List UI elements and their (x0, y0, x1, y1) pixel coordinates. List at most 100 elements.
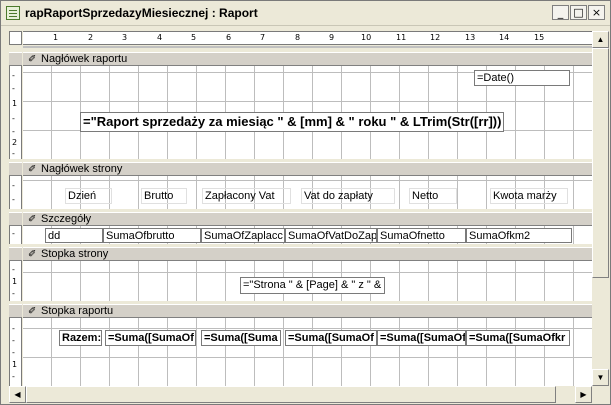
vruler-mark: - (12, 372, 15, 381)
vruler-mark: 1 (12, 99, 18, 108)
vertical-ruler: - - - 1 - (9, 318, 22, 386)
section-selector[interactable] (9, 162, 22, 176)
report-header-section[interactable]: =Date() ="Raport sprzedaży za miesiąc " … (23, 66, 592, 159)
pencil-icon: ✐ (28, 54, 37, 65)
section-bar-page-header[interactable]: ✐ Nagłówek strony (23, 162, 592, 176)
pencil-icon: ✐ (28, 214, 37, 225)
horizontal-scrollbar[interactable]: ◀ ▶ (9, 386, 592, 403)
vruler-mark: - (12, 71, 15, 80)
field-margin[interactable]: SumaOfkm2 (466, 228, 572, 243)
title-bar[interactable]: rapRaportSprzedazyMiesiecznej : Raport _… (1, 1, 610, 26)
vertical-scrollbar[interactable]: ▲ ▼ (592, 31, 609, 386)
field-day[interactable]: dd (45, 228, 103, 243)
vruler-mark: - (12, 149, 15, 158)
field-vat-due[interactable]: SumaOfVatDoZapl (285, 228, 377, 243)
ruler-number: 2 (88, 33, 94, 42)
section-label: Szczegóły (41, 213, 92, 225)
scrollbar-corner (592, 386, 609, 403)
report-design-window: rapRaportSprzedazyMiesiecznej : Raport _… (0, 0, 611, 405)
label-net[interactable]: Netto (409, 188, 457, 204)
scroll-left-button[interactable]: ◀ (9, 386, 26, 403)
ruler-number: 7 (260, 33, 266, 42)
ruler-number: 15 (534, 33, 545, 42)
total-margin[interactable]: =Suma([SumaOfkr (466, 330, 570, 346)
scroll-down-button[interactable]: ▼ (592, 369, 609, 386)
vertical-scroll-thumb[interactable] (592, 48, 609, 278)
section-label: Nagłówek raportu (41, 53, 128, 65)
horizontal-ruler[interactable]: 1 2 3 4 5 6 7 8 9 10 11 12 13 14 15 (23, 31, 592, 45)
vruler-mark: - (12, 127, 15, 136)
field-net[interactable]: SumaOfnetto (377, 228, 466, 243)
total-paid-vat[interactable]: =Suma([Suma (201, 330, 281, 346)
section-selector[interactable] (9, 52, 22, 66)
ruler-number: 10 (361, 33, 372, 42)
vertical-ruler: - (9, 226, 22, 244)
pencil-icon: ✐ (28, 249, 37, 260)
section-bar-page-footer[interactable]: ✐ Stopka strony (23, 247, 592, 261)
pencil-icon: ✐ (28, 306, 37, 317)
vruler-mark: - (12, 84, 15, 93)
ruler-number: 4 (157, 33, 163, 42)
ruler-divider (23, 46, 592, 48)
vertical-ruler: - - (9, 176, 22, 209)
pencil-icon: ✐ (28, 164, 37, 175)
date-field[interactable]: =Date() (474, 70, 570, 86)
section-bar-detail[interactable]: ✐ Szczegóły (23, 212, 592, 226)
ruler-number: 12 (430, 33, 441, 42)
section-label: Nagłówek strony (41, 163, 123, 175)
vertical-ruler: - 1 - (9, 261, 22, 301)
section-bar-report-footer[interactable]: ✐ Stopka raportu (23, 304, 592, 318)
total-vat-due[interactable]: =Suma([SumaOf (285, 330, 377, 346)
label-margin[interactable]: Kwota marży (490, 188, 568, 204)
ruler-corner[interactable] (9, 31, 22, 45)
ruler-number: 11 (396, 33, 407, 42)
total-net[interactable]: =Suma([SumaOf (377, 330, 466, 346)
total-label[interactable]: Razem: (59, 330, 102, 346)
section-selector[interactable] (9, 304, 22, 318)
ruler-number: 9 (329, 33, 335, 42)
scroll-right-button[interactable]: ▶ (575, 386, 592, 403)
ruler-number: 13 (465, 33, 476, 42)
field-paid-vat[interactable]: SumaOfZaplacc (201, 228, 285, 243)
label-day[interactable]: Dzień (65, 188, 112, 204)
vruler-mark: - (12, 324, 15, 333)
section-label: Stopka strony (41, 248, 109, 260)
maximize-button[interactable]: □ (570, 5, 587, 20)
section-selector[interactable] (9, 212, 22, 226)
vruler-mark: - (12, 336, 15, 345)
report-title-field[interactable]: ="Raport sprzedaży za miesiąc " & [mm] &… (80, 112, 504, 132)
detail-section[interactable]: dd SumaOfbrutto SumaOfZaplacc SumaOfVatD… (23, 226, 592, 244)
ruler-number: 1 (53, 33, 59, 42)
label-paid-vat[interactable]: Zapłacony Vat (202, 188, 291, 204)
vruler-mark: - (12, 195, 15, 204)
vruler-mark: - (12, 289, 15, 298)
vruler-mark: - (12, 229, 15, 238)
window-title: rapRaportSprzedazyMiesiecznej : Raport (25, 6, 258, 20)
vruler-mark: - (12, 265, 15, 274)
section-label: Stopka raportu (41, 305, 114, 317)
vruler-mark: - (12, 114, 15, 123)
horizontal-scroll-thumb[interactable] (26, 386, 556, 403)
vertical-ruler: - - 1 - - 2 - (9, 66, 22, 159)
label-vat-due[interactable]: Vat do zapłaty (301, 188, 395, 204)
page-number-field[interactable]: ="Strona " & [Page] & " z " & (240, 277, 385, 294)
field-gross[interactable]: SumaOfbrutto (103, 228, 201, 243)
ruler-number: 6 (226, 33, 232, 42)
ruler-number: 14 (499, 33, 510, 42)
vruler-mark: 2 (12, 138, 18, 147)
vruler-mark: 1 (12, 277, 18, 286)
section-selector[interactable] (9, 247, 22, 261)
report-footer-section[interactable]: Razem: =Suma([SumaOf =Suma([Suma =Suma([… (23, 318, 592, 386)
page-footer-section[interactable]: ="Strona " & [Page] & " z " & (23, 261, 592, 301)
report-icon (6, 6, 20, 20)
ruler-number: 3 (122, 33, 128, 42)
vruler-mark: - (12, 181, 15, 190)
total-gross[interactable]: =Suma([SumaOf (105, 330, 196, 346)
label-gross[interactable]: Brutto (141, 188, 187, 204)
section-bar-report-header[interactable]: ✐ Nagłówek raportu (23, 52, 592, 66)
page-header-section[interactable]: Dzień Brutto Zapłacony Vat Vat do zapłat… (23, 176, 592, 209)
scroll-up-button[interactable]: ▲ (592, 31, 609, 48)
minimize-button[interactable]: _ (552, 5, 569, 20)
close-button[interactable]: × (588, 5, 605, 20)
ruler-number: 8 (295, 33, 301, 42)
